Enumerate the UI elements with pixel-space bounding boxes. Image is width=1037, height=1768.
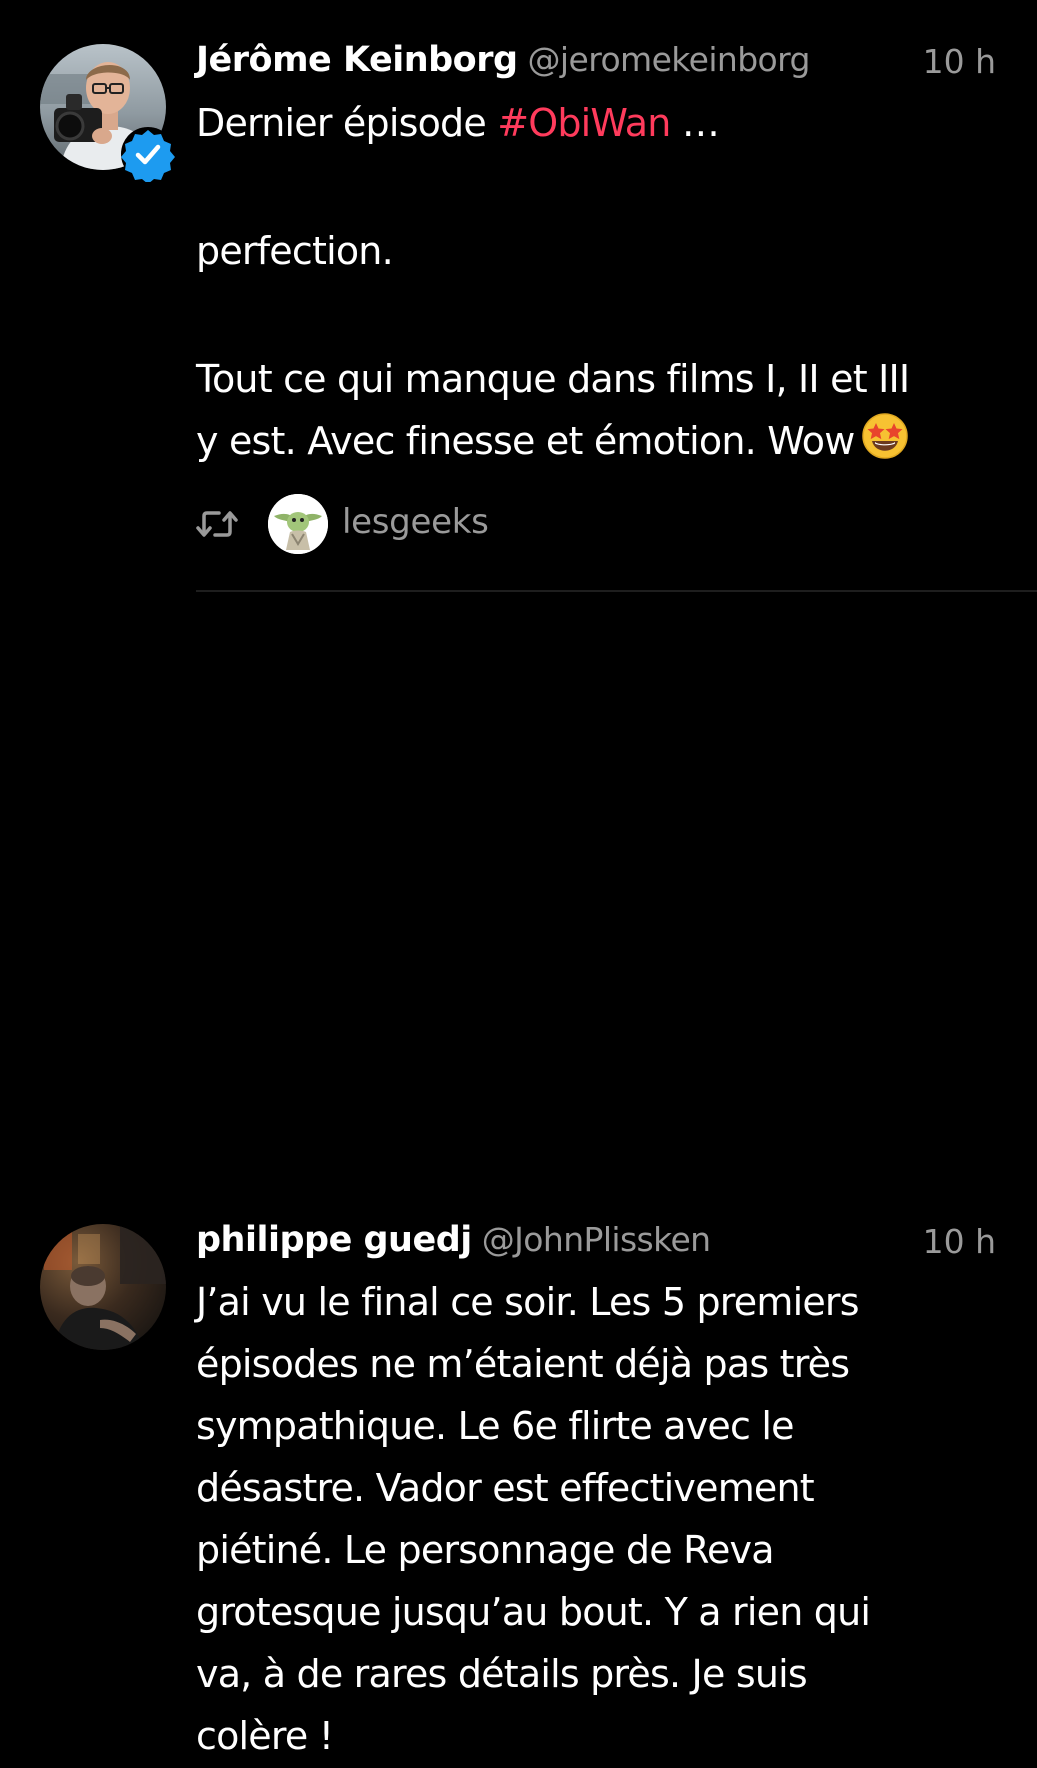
timestamp[interactable]: 10 h — [923, 42, 996, 81]
text-fragment: … — [670, 101, 720, 145]
retweeter-name[interactable]: lesgeeks — [342, 502, 489, 542]
text-line: J’ai vu le final ce soir. Les 5 premiers — [196, 1280, 860, 1324]
text-line: grotesque jusqu’au bout. Y a rien qui — [196, 1590, 871, 1634]
text-line: y est. Avec finesse et émotion. Wow — [196, 410, 996, 472]
tweet-header: philippe guedj @JohnPlissken 10 h — [196, 1220, 996, 1270]
text-line: perfection. — [196, 229, 394, 273]
text-fragment: Dernier épisode — [196, 101, 498, 145]
avatar[interactable] — [40, 1224, 166, 1350]
text-line: colère ! — [196, 1714, 334, 1758]
text-fragment: y est. Avec finesse et émotion. Wow — [196, 419, 855, 463]
tweet-header: Jérôme Keinborg @jeromekeinborg 10 h — [196, 40, 996, 90]
tweet[interactable]: philippe guedj @JohnPlissken 10 h J’ai vu… — [0, 592, 1037, 1758]
text-line: piétiné. Le personnage de Reva — [196, 1528, 775, 1572]
author-handle[interactable]: @JohnPlissken — [482, 1220, 711, 1259]
tweet-text: J’ai vu le final ce soir. Les 5 premiers… — [196, 1272, 996, 1768]
retweeter-avatar[interactable] — [268, 494, 328, 554]
text-line: épisodes ne m’étaient déjà pas très — [196, 1342, 850, 1386]
star-struck-emoji-icon — [861, 413, 908, 459]
author-name[interactable]: philippe guedj — [196, 1220, 472, 1260]
author-name[interactable]: Jérôme Keinborg — [196, 40, 518, 80]
tweet[interactable]: Jérôme Keinborg @jeromekeinborg 10 h Dern… — [0, 0, 1037, 590]
verified-badge-icon — [121, 127, 175, 182]
text-line: Dernier épisode #ObiWan … — [196, 92, 996, 154]
tweet-text: Dernier épisode #ObiWan … perfection. To… — [196, 92, 996, 472]
text-line: Tout ce qui manque dans films I, II et I… — [196, 357, 910, 401]
retweet-icon — [196, 511, 238, 537]
text-line: sympathique. Le 6e flirte avec le — [196, 1404, 795, 1448]
retweeted-by-row[interactable]: lesgeeks — [196, 494, 796, 554]
text-line: désastre. Vador est effectivement — [196, 1466, 815, 1510]
hashtag-link[interactable]: #ObiWan — [497, 101, 671, 145]
timestamp[interactable]: 10 h — [923, 1222, 996, 1261]
text-line: va, à de rares détails près. Je suis — [196, 1652, 808, 1696]
author-handle[interactable]: @jeromekeinborg — [528, 40, 811, 79]
timeline-feed: Jérôme Keinborg @jeromekeinborg 10 h Dern… — [0, 0, 1037, 1758]
